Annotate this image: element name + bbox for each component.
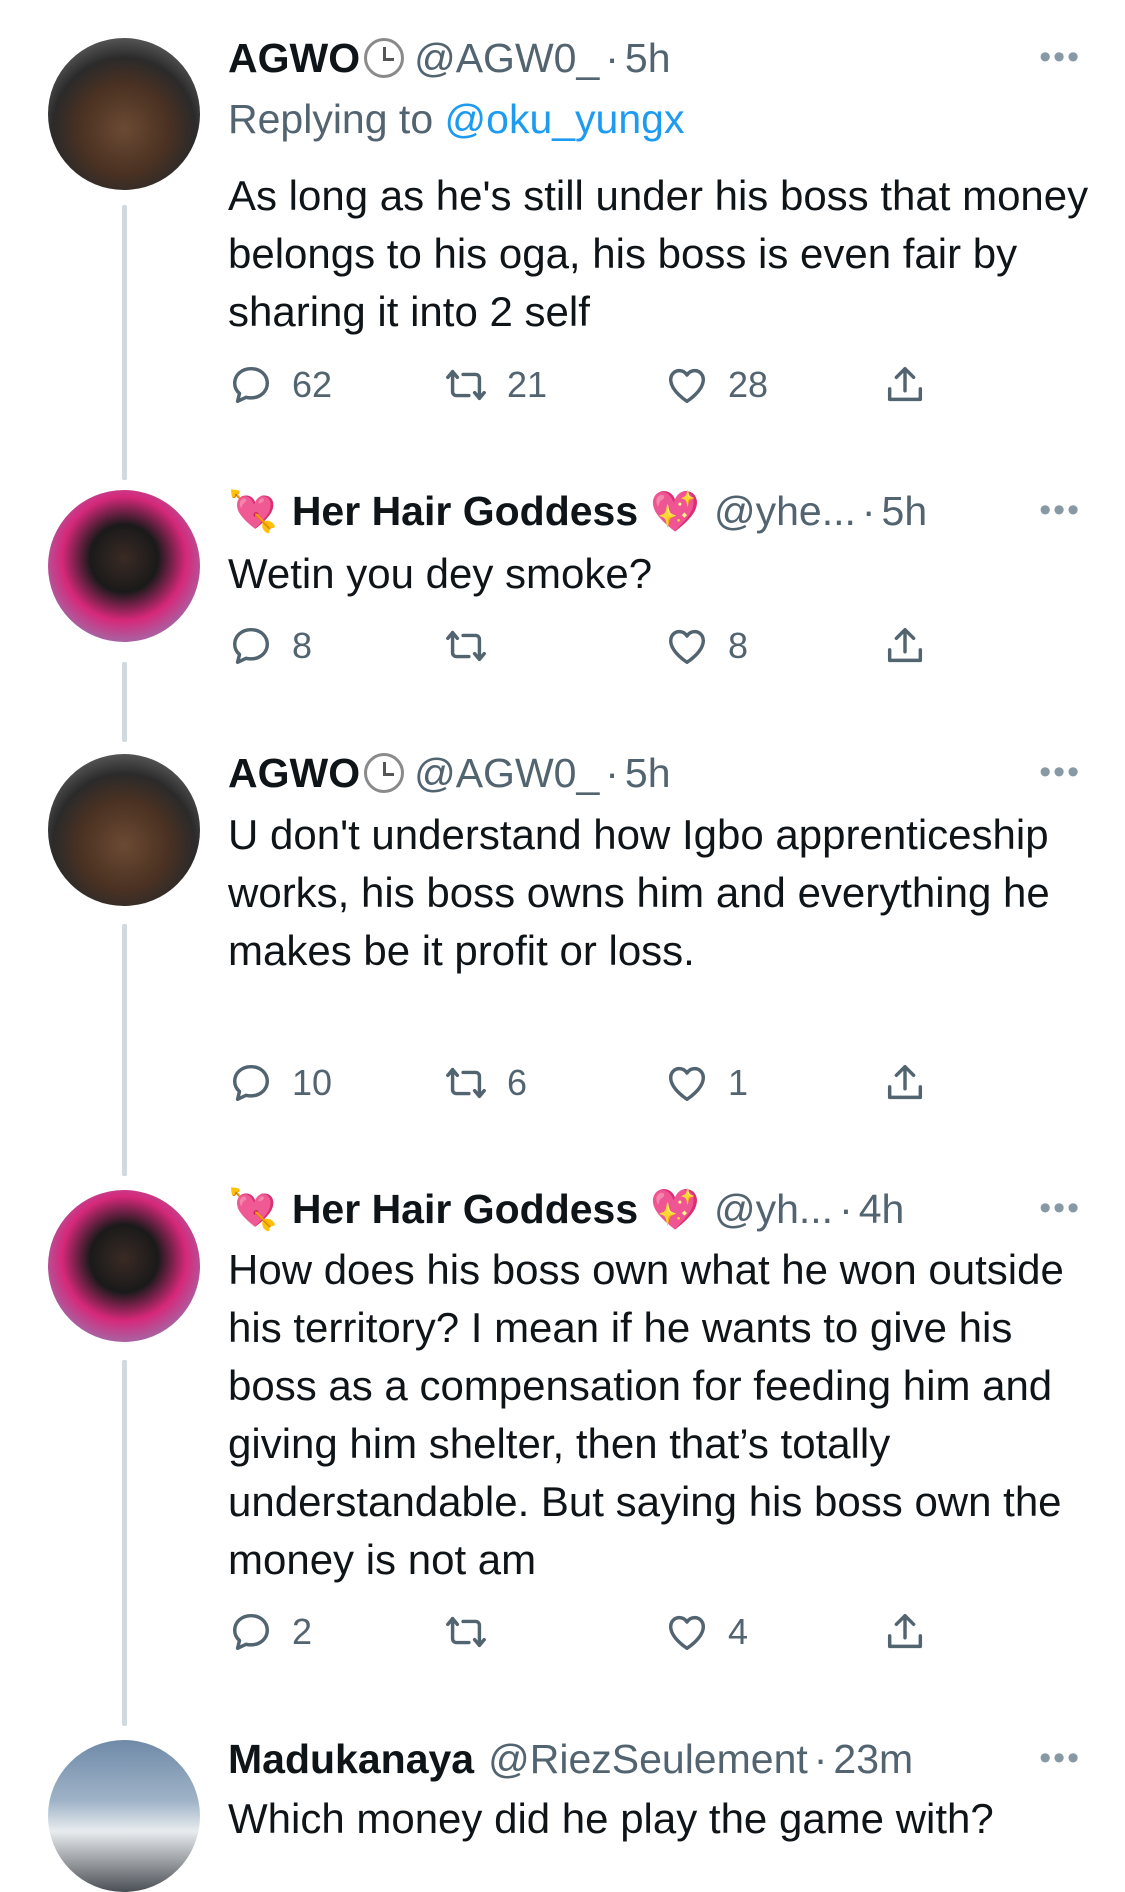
more-icon[interactable]: ••• <box>1039 753 1081 792</box>
more-icon[interactable]: ••• <box>1039 38 1081 77</box>
like-button[interactable]: 8 <box>664 623 748 669</box>
reply-count: 62 <box>292 364 333 405</box>
separator: · <box>813 1735 828 1782</box>
more-icon[interactable]: ••• <box>1039 1739 1081 1778</box>
tweet-text: As long as he's still under his boss tha… <box>228 172 1089 335</box>
display-name[interactable]: Her Hair Goddess <box>292 488 638 535</box>
like-count: 28 <box>728 364 769 405</box>
retweet-button[interactable]: 6 <box>443 1060 527 1106</box>
cupid-heart-emoji: 💘 <box>228 1187 278 1232</box>
tweet-text: U don't understand how Igbo apprenticesh… <box>228 811 1050 974</box>
replying-to-handle[interactable]: @oku_yungx <box>445 96 685 142</box>
tweet-actions: 62 21 28 <box>228 362 988 418</box>
sparkling-heart-emoji: 💖 <box>650 489 700 534</box>
tweet-header: AGWO @AGW0_ · 5h ••• <box>228 30 1085 86</box>
tweet-text: Wetin you dey smoke? <box>228 550 653 597</box>
share-icon <box>887 1064 923 1100</box>
tweet-header: Madukanaya @RiezSeulement · 23m ••• <box>228 1731 1085 1787</box>
retweet-button[interactable] <box>443 623 507 669</box>
tweet-header: 💘 Her Hair Goddess 💖 @yhe... · 5h ••• <box>228 483 1085 539</box>
tweet-text: How does his boss own what he won outsid… <box>228 1246 1064 1583</box>
tweet-actions: 2 4 <box>228 1609 988 1665</box>
like-icon <box>668 1066 706 1102</box>
share-icon <box>887 366 923 402</box>
timestamp[interactable]: 5h <box>625 35 671 82</box>
share-button[interactable] <box>882 362 946 408</box>
avatar[interactable] <box>48 754 200 906</box>
reply-icon <box>232 627 270 665</box>
like-icon <box>668 629 706 665</box>
display-name[interactable]: Her Hair Goddess <box>292 1186 638 1233</box>
reply-button[interactable]: 62 <box>228 362 332 408</box>
timestamp[interactable]: 4h <box>859 1186 905 1233</box>
separator: · <box>861 487 876 534</box>
reply-icon <box>232 366 270 404</box>
share-icon <box>887 1613 923 1649</box>
separator: · <box>605 34 619 81</box>
display-name[interactable]: Madukanaya <box>228 1736 474 1783</box>
replying-to-label: Replying to <box>228 96 445 142</box>
display-name[interactable]: AGWO <box>228 35 360 82</box>
replying-to: Replying to @oku_yungx <box>228 96 684 143</box>
retweet-icon <box>446 1616 486 1648</box>
retweet-count: 6 <box>507 1062 528 1103</box>
like-icon <box>668 368 706 404</box>
clock-icon <box>364 753 405 793</box>
handle[interactable]: @RiezSeulement <box>488 1736 808 1783</box>
tweet-header: AGWO @AGW0_ · 5h ••• <box>228 745 1085 801</box>
tweet-actions: 8 8 <box>228 623 988 679</box>
more-icon[interactable]: ••• <box>1039 491 1081 530</box>
handle[interactable]: @AGW0_ <box>414 35 599 82</box>
avatar[interactable] <box>48 38 200 190</box>
reply-button[interactable]: 8 <box>228 623 312 669</box>
reply-button[interactable]: 2 <box>228 1609 312 1655</box>
separator: · <box>605 749 619 796</box>
reply-count: 2 <box>292 1611 313 1652</box>
retweet-icon <box>446 630 486 662</box>
tweet-text: Which money did he play the game with? <box>228 1795 994 1842</box>
like-button[interactable]: 1 <box>664 1060 748 1106</box>
thread-line <box>122 1360 127 1726</box>
like-count: 1 <box>728 1062 749 1103</box>
timestamp[interactable]: 5h <box>882 488 928 535</box>
reply-count: 10 <box>292 1062 333 1103</box>
separator: · <box>839 1185 853 1232</box>
like-count: 4 <box>728 1611 749 1652</box>
avatar[interactable] <box>48 1740 200 1892</box>
clock-icon <box>364 38 405 78</box>
thread-line <box>122 924 127 1176</box>
retweet-count: 21 <box>507 364 548 405</box>
reply-icon <box>232 1064 270 1102</box>
like-button[interactable]: 4 <box>664 1609 748 1655</box>
like-button[interactable]: 28 <box>664 362 768 408</box>
avatar[interactable] <box>48 1190 200 1342</box>
timestamp[interactable]: 5h <box>625 750 671 797</box>
like-icon <box>668 1615 706 1651</box>
share-button[interactable] <box>882 623 946 669</box>
cupid-heart-emoji: 💘 <box>228 489 278 534</box>
tweet-header: 💘 Her Hair Goddess 💖 @yh... · 4h ••• <box>228 1181 1085 1237</box>
reply-count: 8 <box>292 625 313 666</box>
display-name[interactable]: AGWO <box>228 750 360 797</box>
thread-line <box>122 662 127 742</box>
thread-line <box>122 205 127 480</box>
retweet-icon <box>446 369 486 401</box>
retweet-button[interactable]: 21 <box>443 362 547 408</box>
share-button[interactable] <box>882 1060 946 1106</box>
reply-button[interactable]: 10 <box>228 1060 332 1106</box>
avatar[interactable] <box>48 490 200 642</box>
handle[interactable]: @yh... <box>714 1186 833 1233</box>
share-icon <box>887 627 923 663</box>
sparkling-heart-emoji: 💖 <box>650 1187 700 1232</box>
reply-icon <box>232 1613 270 1651</box>
tweet-actions: 10 6 1 <box>228 1060 988 1116</box>
retweet-icon <box>446 1067 486 1099</box>
timestamp[interactable]: 23m <box>833 1736 913 1783</box>
retweet-button[interactable] <box>443 1609 507 1655</box>
share-button[interactable] <box>882 1609 946 1655</box>
handle[interactable]: @AGW0_ <box>414 750 599 797</box>
like-count: 8 <box>728 625 749 666</box>
handle[interactable]: @yhe... <box>714 488 856 535</box>
more-icon[interactable]: ••• <box>1039 1189 1081 1228</box>
